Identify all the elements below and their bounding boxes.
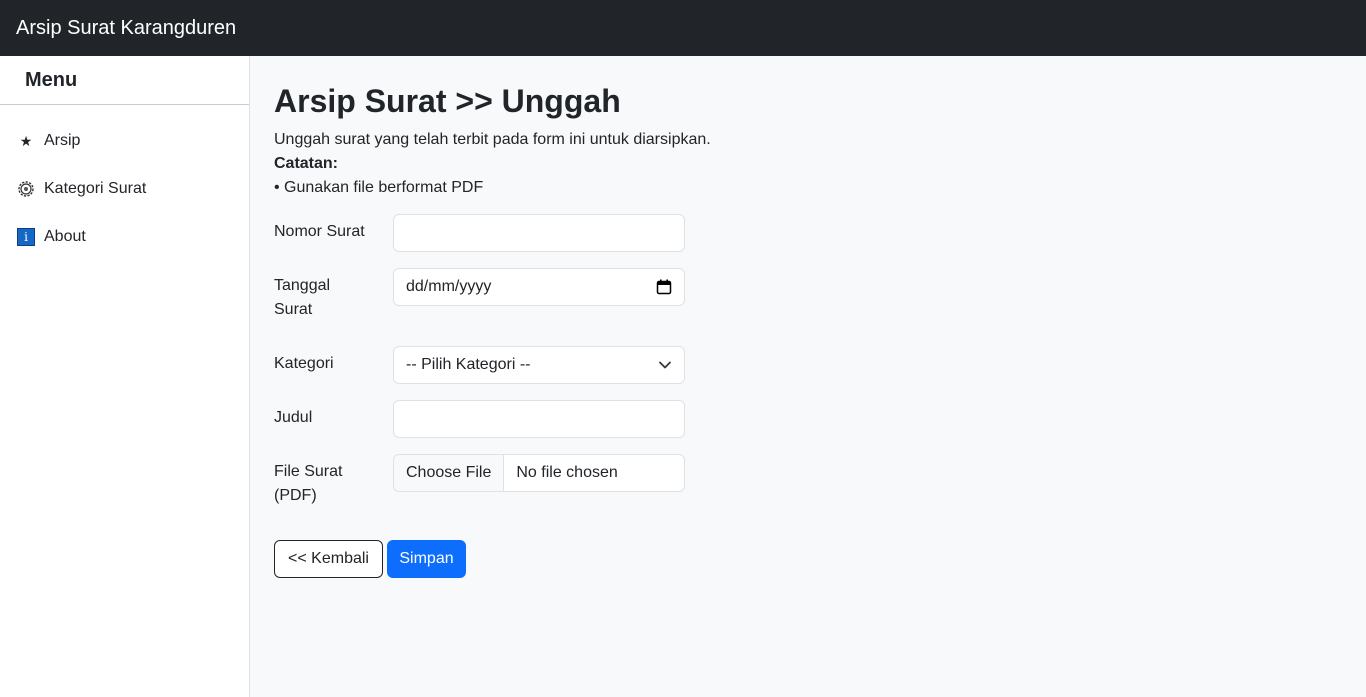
intro-text: Unggah surat yang telah terbit pada form… (274, 128, 711, 200)
calendar-icon[interactable] (656, 279, 672, 295)
sidebar: Menu ★ Arsip Kategori Surat i About (0, 56, 250, 697)
star-icon: ★ (19, 133, 33, 149)
page-title: Arsip Surat >> Unggah (274, 83, 621, 119)
judul-input[interactable] (406, 401, 672, 437)
sidebar-item-kategori-surat[interactable]: Kategori Surat (0, 165, 249, 213)
tanggal-surat-label: Tanggal Surat (274, 274, 384, 322)
kategori-select[interactable]: -- Pilih Kategori -- (393, 346, 685, 384)
sidebar-item-label: Kategori Surat (44, 180, 147, 197)
file-status: No file chosen (516, 464, 618, 481)
nomor-surat-input[interactable] (406, 215, 672, 251)
page-description: Unggah surat yang telah terbit pada form… (274, 131, 711, 148)
judul-field[interactable] (393, 400, 685, 438)
note-item: • Gunakan file berformat PDF (274, 179, 484, 196)
sidebar-heading: Menu (0, 56, 249, 105)
nomor-surat-label: Nomor Surat (274, 223, 365, 240)
kategori-selected: -- Pilih Kategori -- (406, 356, 531, 373)
nomor-surat-field[interactable] (393, 214, 685, 252)
info-icon: i (16, 227, 36, 247)
date-placeholder: dd/mm/yyyy (406, 278, 492, 295)
sidebar-menu: ★ Arsip Kategori Surat i About (0, 105, 249, 261)
app-brand[interactable]: Arsip Surat Karangduren (16, 17, 236, 40)
kategori-label: Kategori (274, 355, 334, 372)
chevron-down-icon (659, 361, 671, 369)
file-input[interactable]: Choose File No file chosen (393, 454, 685, 492)
gear-icon (16, 179, 36, 199)
judul-label: Judul (274, 409, 313, 426)
choose-file-button[interactable]: Choose File (394, 455, 505, 491)
save-button[interactable]: Simpan (387, 540, 466, 578)
file-label-line1: File Surat (274, 463, 343, 480)
sidebar-item-arsip[interactable]: ★ Arsip (0, 117, 249, 165)
top-navbar: Arsip Surat Karangduren (0, 0, 1366, 56)
main-content: Arsip Surat >> Unggah Unggah surat yang … (274, 56, 1354, 697)
sidebar-item-label: Arsip (44, 132, 81, 149)
tanggal-surat-field[interactable]: dd/mm/yyyy (393, 268, 685, 306)
tanggal-label-line2: Surat (274, 301, 313, 318)
note-label: Catatan: (274, 155, 339, 172)
tanggal-label-line1: Tanggal (274, 277, 331, 294)
file-surat-label: File Surat (PDF) (274, 460, 384, 508)
sidebar-item-about[interactable]: i About (0, 213, 249, 261)
file-label-line2: (PDF) (274, 487, 317, 504)
back-button[interactable]: << Kembali (274, 540, 383, 578)
sidebar-item-label: About (44, 228, 86, 245)
